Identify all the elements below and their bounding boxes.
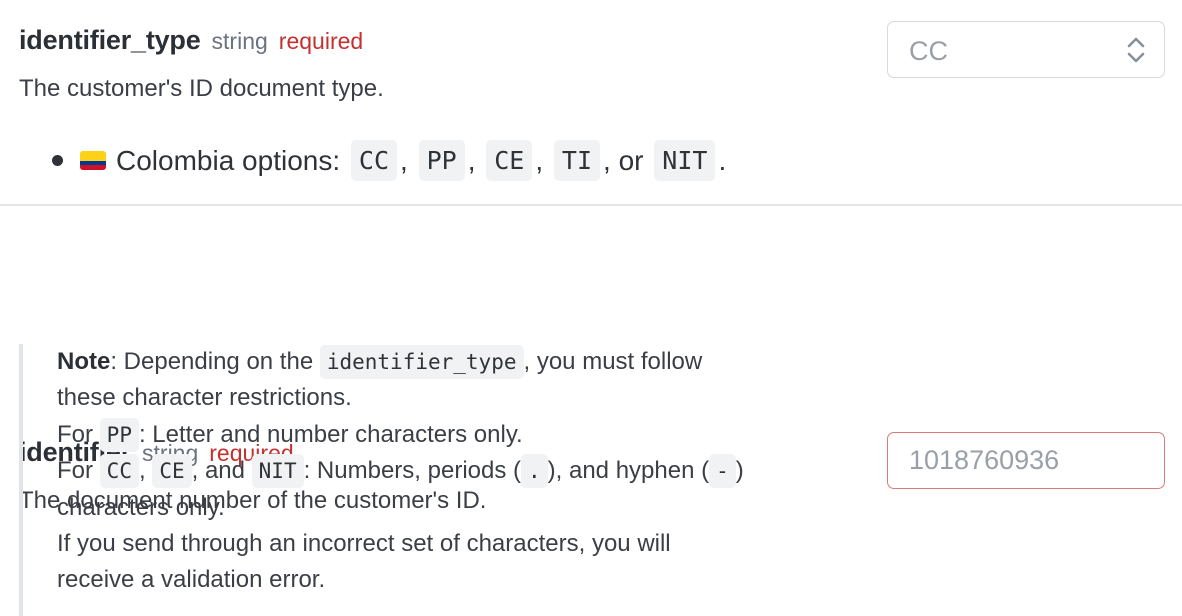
- note-text-span: ), and hyphen (: [547, 457, 710, 485]
- param-header: identifier_type string required: [19, 25, 363, 56]
- api-params-page: identifier_type string required The cust…: [0, 0, 1182, 616]
- options-lead: Colombia options:: [116, 144, 341, 176]
- separator: ,: [400, 144, 408, 176]
- note-text: Note: Depending on the identifier_type, …: [57, 344, 744, 599]
- note-text-span: : Numbers, periods (: [303, 457, 521, 485]
- required-badge: required: [278, 28, 364, 54]
- param-type: string: [211, 28, 268, 54]
- identifier-type-select[interactable]: CC: [887, 21, 1165, 78]
- hyphen-code: -: [709, 454, 736, 489]
- note-text-span: : Letter and number characters only.: [138, 420, 523, 448]
- identifier-input-wrapper: [887, 432, 1165, 489]
- note-text-span: ,: [138, 457, 153, 485]
- param-description: The customer's ID document type.: [19, 75, 384, 102]
- identifier-type-code: identifier_type: [319, 345, 524, 379]
- option-cc-code: CC: [350, 140, 398, 181]
- note-text-span: For: [57, 420, 100, 448]
- note-text-span: ): [735, 457, 744, 485]
- note-line: For PP: Letter and number characters onl…: [57, 417, 744, 453]
- separator: ,: [467, 144, 476, 176]
- note-text-span: , you must follow: [523, 348, 703, 375]
- option-pp-code: PP: [418, 140, 465, 181]
- pp-code: PP: [99, 417, 139, 452]
- note-line: If you send through an incorrect set of …: [57, 530, 671, 558]
- select-value: CC: [909, 36, 948, 66]
- colombia-options-item: Colombia options: CC, PP, CE, TI, or NIT…: [52, 140, 726, 181]
- note-blockquote: Note: Depending on the identifier_type, …: [19, 344, 839, 616]
- note-line: receive a validation error.: [57, 566, 326, 594]
- note-line: For CC, CE, and NIT: Numbers, periods (.…: [57, 453, 744, 489]
- chevron-up-down-icon: [1127, 37, 1145, 63]
- separator: ,: [603, 144, 611, 176]
- end-period: .: [718, 144, 727, 176]
- or-text: or: [618, 144, 644, 176]
- note-text-span: For: [57, 457, 100, 485]
- option-nit-code: NIT: [654, 140, 716, 181]
- note-text-span: : Depending on the: [110, 348, 320, 375]
- nit-code: NIT: [251, 454, 304, 489]
- separator: ,: [535, 144, 544, 176]
- note-line: these character restrictions.: [57, 384, 352, 412]
- note-line: characters only.: [57, 493, 225, 521]
- option-ce-code: CE: [486, 140, 533, 181]
- param-identifier-type: identifier_type string required The cust…: [0, 0, 1182, 206]
- period-code: .: [521, 454, 548, 489]
- note-label: Note: [57, 348, 111, 375]
- option-ti-code: TI: [553, 140, 601, 181]
- note-line: Note: Depending on the identifier_type, …: [57, 344, 744, 380]
- identifier-input[interactable]: [888, 433, 1164, 488]
- note-text-span: , and: [191, 457, 252, 485]
- colombia-flag-icon: [80, 151, 106, 170]
- bullet-icon: [52, 155, 63, 166]
- param-name: identifier_type: [19, 25, 201, 55]
- ce-code: CE: [152, 454, 192, 489]
- cc-code: CC: [99, 454, 139, 489]
